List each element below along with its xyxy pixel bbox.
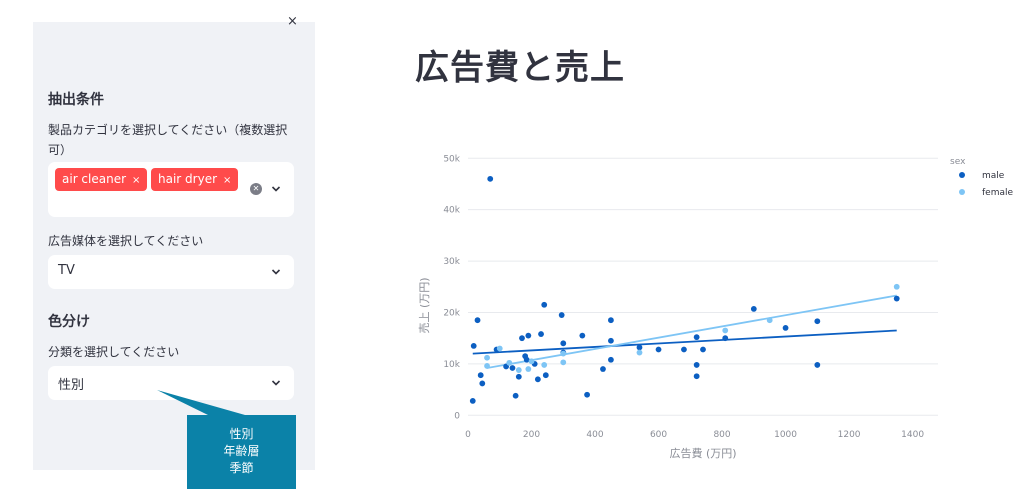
option-sex[interactable]: 性別	[187, 426, 296, 443]
option-season[interactable]: 季節	[187, 460, 296, 477]
data-point-female	[515, 367, 522, 373]
x-tick-label: 400	[586, 430, 603, 440]
media-select-value: TV	[58, 263, 75, 278]
option-age-group[interactable]: 年齢層	[187, 443, 296, 460]
category-label-line1: 製品カテゴリを選択してください（複数選択	[48, 123, 288, 137]
media-select[interactable]	[48, 255, 294, 289]
page-title: 広告費と売上	[415, 48, 625, 88]
y-axis-label: 売上 (万円)	[418, 277, 431, 333]
data-point-male	[534, 376, 541, 383]
x-axis-label: 広告費 (万円)	[669, 446, 736, 460]
data-point-male	[584, 391, 590, 398]
y-tick-label: 50k	[443, 154, 460, 164]
media-label: 広告媒体を選択してください	[48, 234, 204, 248]
data-point-female	[541, 362, 548, 368]
data-point-female	[484, 354, 490, 361]
y-tick-label: 30k	[443, 257, 460, 267]
scatter-chart: 0 10k 20k 30k 40k 50k 0 200 400 600 800 1000 1200 140…	[418, 154, 1013, 460]
legend-title: sex	[950, 157, 966, 167]
data-point-male	[525, 332, 532, 339]
data-point-male	[515, 373, 522, 380]
data-point-male	[608, 337, 614, 344]
data-point-male	[558, 312, 565, 318]
trendline-female	[486, 294, 897, 369]
data-point-female	[636, 349, 643, 356]
data-point-male	[469, 397, 476, 404]
data-point-male	[512, 392, 519, 399]
data-point-male	[542, 372, 549, 379]
filter-section-title: 抽出条件	[48, 92, 104, 108]
data-point-male	[722, 335, 729, 342]
data-point-female	[560, 350, 567, 357]
chevron-down-icon[interactable]	[271, 267, 281, 277]
data-point-male	[893, 295, 900, 302]
data-point-female	[560, 359, 567, 366]
legend-entry-male: male	[982, 171, 1005, 181]
data-point-male	[636, 344, 643, 351]
chevron-down-icon[interactable]	[271, 378, 281, 388]
data-point-female	[506, 359, 513, 366]
data-point-male	[693, 334, 700, 341]
legend-entry-female: female	[982, 188, 1013, 198]
class-select-value: 性別	[58, 378, 85, 393]
data-point-male	[474, 317, 481, 324]
data-point-female	[484, 363, 490, 369]
legend-marker-male	[959, 172, 965, 178]
x-tick-label: 200	[523, 430, 540, 440]
chip-remove-icon[interactable]: ×	[132, 175, 140, 186]
chevron-down-icon[interactable]	[271, 184, 281, 194]
x-tick-label: 800	[713, 430, 730, 440]
class-label: 分類を選択してください	[48, 345, 180, 359]
data-point-male	[560, 340, 567, 347]
y-tick-label: 40k	[443, 206, 460, 216]
data-point-female	[766, 317, 773, 324]
data-point-female	[528, 358, 535, 365]
data-point-male	[693, 373, 700, 380]
y-tick-label: 10k	[443, 360, 460, 370]
data-point-male	[479, 380, 486, 387]
data-point-male	[470, 342, 477, 349]
data-point-male	[700, 346, 706, 353]
clear-all-icon[interactable]: ✕	[250, 183, 262, 195]
data-point-male	[782, 325, 789, 331]
data-point-male	[538, 331, 544, 337]
data-point-female	[722, 327, 729, 334]
chip-label: hair dryer	[158, 172, 218, 186]
data-point-male	[608, 317, 614, 324]
data-point-male	[814, 318, 821, 325]
data-point-male	[750, 305, 757, 312]
y-tick-label: 20k	[443, 308, 460, 318]
data-point-male	[608, 356, 614, 363]
data-point-male	[579, 332, 586, 339]
data-point-female	[525, 366, 532, 372]
category-label-line2: 可）	[48, 143, 73, 157]
close-sidebar-icon[interactable]: ×	[287, 14, 298, 29]
data-point-female	[496, 345, 503, 352]
data-point-male	[487, 175, 494, 182]
x-tick-label: 600	[650, 430, 667, 440]
category-label: 製品カテゴリを選択してください（複数選択 可）	[48, 120, 294, 160]
chip-air-cleaner: air cleaner ×	[55, 168, 148, 191]
data-point-male	[681, 346, 687, 353]
chip-remove-icon[interactable]: ×	[223, 175, 231, 186]
chip-hair-dryer: hair dryer ×	[151, 168, 239, 191]
chip-label: air cleaner	[62, 172, 127, 186]
data-point-female	[893, 283, 900, 290]
data-point-male	[509, 365, 516, 371]
color-section-title: 色分け	[48, 314, 90, 330]
x-tick-label: 1200	[838, 430, 861, 440]
x-tick-label: 1000	[774, 430, 797, 440]
data-point-male	[693, 362, 700, 368]
data-point-male	[655, 346, 662, 353]
data-point-male	[600, 366, 606, 372]
x-tick-label: 1400	[901, 430, 924, 440]
data-point-male	[477, 372, 484, 379]
data-point-male	[814, 362, 821, 368]
x-tick-label: 0	[465, 430, 471, 440]
legend-marker-female	[959, 189, 965, 195]
data-point-male	[541, 301, 548, 308]
class-options-callout: 性別 年齢層 季節	[187, 415, 296, 489]
data-point-male	[519, 335, 525, 342]
y-tick-label: 0	[454, 411, 460, 421]
